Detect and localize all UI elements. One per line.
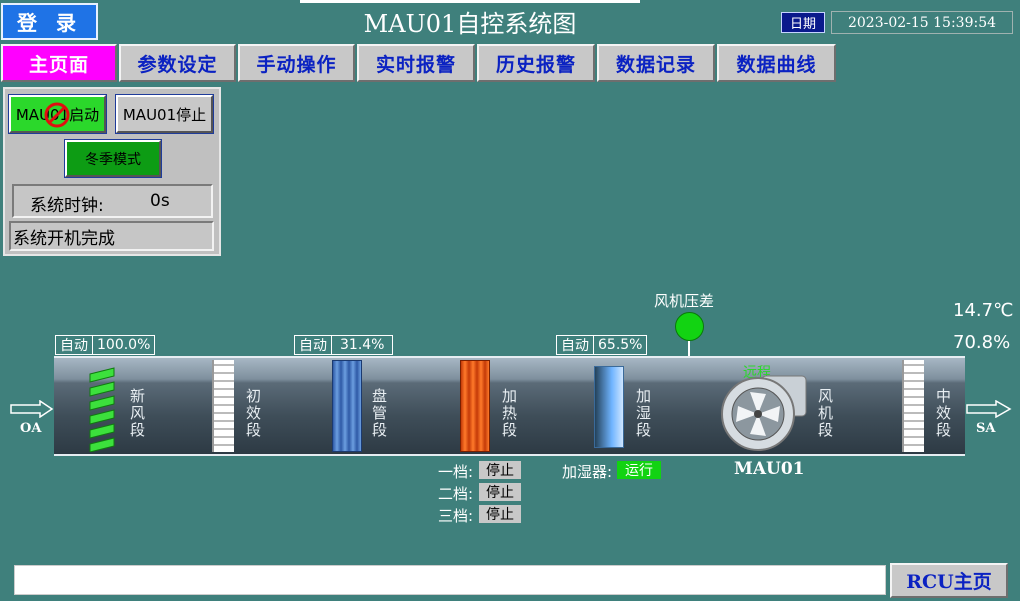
clock-label: 系统时钟:: [30, 196, 104, 216]
login-button[interactable]: 登 录: [1, 3, 98, 40]
segment-label-primary: 初效段: [244, 388, 262, 439]
segment-label-fresh-air: 新风段: [128, 388, 146, 439]
heater-stage-3-label: 三档:: [438, 507, 474, 525]
segment-label-medium: 中效段: [934, 388, 952, 439]
fresh-air-damper-readout[interactable]: 自动 100.0%: [55, 335, 156, 355]
readout-value: 65.5%: [598, 337, 643, 353]
segment-label-fan: 风机段: [816, 388, 834, 439]
unit-name: MAU01: [734, 459, 805, 479]
medium-filter: [902, 360, 924, 452]
readout-value: 31.4%: [340, 337, 385, 353]
heater-stage-2-label: 二档:: [438, 485, 474, 503]
status-message: 系统开机完成: [9, 221, 214, 251]
tab-home[interactable]: 主页面: [1, 44, 117, 82]
tab-data-record[interactable]: 数据记录: [597, 44, 715, 82]
system-clock: 系统时钟: 0s: [12, 184, 213, 218]
heater-stage-1-label: 一档:: [438, 463, 474, 481]
inlet-arrow-icon: [10, 400, 54, 418]
message-bar: [14, 565, 886, 595]
coil-icon[interactable]: [332, 360, 362, 452]
supply-temperature: 14.7℃: [953, 300, 1014, 321]
segment-label-coil: 盘管段: [370, 388, 388, 439]
readout-mode: 自动: [557, 336, 594, 354]
segment-label-humidify: 加湿段: [634, 388, 652, 439]
readout-mode: 自动: [56, 336, 93, 354]
tab-realtime-alarm[interactable]: 实时报警: [357, 44, 475, 82]
rcu-home-button[interactable]: RCU主页: [890, 563, 1008, 598]
damper-icon[interactable]: [86, 366, 120, 452]
readout-mode: 自动: [295, 336, 332, 354]
segment-label-heating: 加热段: [500, 388, 518, 439]
tab-history-alarm[interactable]: 历史报警: [477, 44, 595, 82]
coil-valve-readout[interactable]: 自动 31.4%: [294, 335, 394, 355]
fan-dp-label: 风机压差: [654, 292, 715, 310]
heater-stage-3-state: 停止: [479, 505, 521, 523]
heater-icon[interactable]: [460, 360, 490, 452]
heater-stage-2-state: 停止: [479, 483, 521, 501]
page-title: MAU01自控系统图: [363, 10, 577, 38]
humidifier-readout[interactable]: 自动 65.5%: [556, 335, 648, 355]
clock-value: 0s: [150, 191, 170, 211]
tab-data-curve[interactable]: 数据曲线: [717, 44, 836, 82]
supply-humidity: 70.8%: [953, 332, 1011, 353]
fan-icon[interactable]: [718, 370, 810, 454]
humidifier-state: 运行: [617, 461, 661, 479]
tab-parameters[interactable]: 参数设定: [119, 44, 236, 82]
start-button[interactable]: MAU01启动: [8, 94, 107, 134]
prohibited-icon: [44, 102, 70, 128]
stop-button[interactable]: MAU01停止: [115, 94, 214, 134]
humidifier-icon[interactable]: [594, 366, 624, 448]
inlet-label: OA: [20, 421, 42, 436]
fan-dp-indicator: [675, 312, 704, 341]
outlet-label: SA: [976, 421, 996, 436]
readout-value: 100.0%: [97, 337, 151, 353]
primary-filter: [212, 360, 234, 452]
tab-manual[interactable]: 手动操作: [238, 44, 355, 82]
datetime-display: 2023-02-15 15:39:54: [831, 11, 1013, 34]
date-label: 日期: [781, 12, 825, 33]
outlet-arrow-icon: [966, 400, 1012, 418]
winter-mode-button[interactable]: 冬季模式: [64, 139, 162, 178]
heater-stage-1-state: 停止: [479, 461, 521, 479]
humidifier-label: 加湿器:: [562, 463, 613, 481]
